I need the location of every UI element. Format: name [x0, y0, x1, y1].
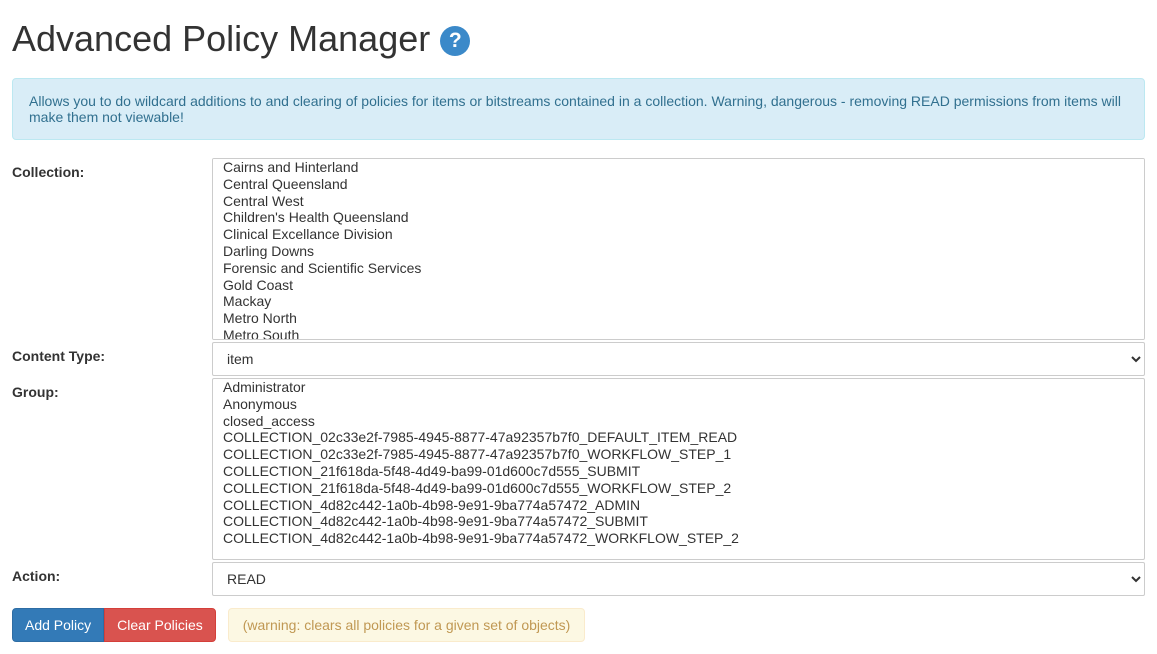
help-icon[interactable]: ? [440, 26, 470, 56]
group-select[interactable]: AdministratorAnonymousclosed_accessCOLLE… [212, 378, 1145, 560]
select-option[interactable]: Anonymous [213, 396, 1144, 413]
info-alert-text: Allows you to do wildcard additions to a… [29, 93, 1121, 125]
select-option[interactable]: COLLECTION_02c33e2f-7985-4945-8877-47a92… [213, 429, 1144, 446]
page-title-text: Advanced Policy Manager [12, 18, 430, 59]
add-policy-button[interactable]: Add Policy [12, 608, 104, 642]
group-row: Group: AdministratorAnonymousclosed_acce… [12, 378, 1145, 560]
content-type-row: Content Type: item [12, 342, 1145, 376]
select-option[interactable]: COLLECTION_21f618da-5f48-4d49-ba99-01d60… [213, 463, 1144, 480]
select-option[interactable]: Metro South [213, 327, 1144, 340]
select-option[interactable]: Metro North [213, 310, 1144, 327]
select-option[interactable]: COLLECTION_4d82c442-1a0b-4b98-9e91-9ba77… [213, 497, 1144, 514]
buttons-row: Add Policy Clear Policies (warning: clea… [12, 608, 1145, 642]
clear-policies-button[interactable]: Clear Policies [104, 608, 216, 642]
select-option[interactable]: Children's Health Queensland [213, 209, 1144, 226]
select-option[interactable]: Central West [213, 193, 1144, 210]
select-option[interactable]: Darling Downs [213, 243, 1144, 260]
action-row: Action: READ [12, 562, 1145, 596]
select-option[interactable]: Administrator [213, 379, 1144, 396]
select-option[interactable]: COLLECTION_4d82c442-1a0b-4b98-9e91-9ba77… [213, 513, 1144, 530]
content-type-select[interactable]: item [212, 342, 1145, 376]
select-option[interactable]: COLLECTION_4d82c442-1a0b-4b98-9e91-9ba77… [213, 530, 1144, 547]
collection-label: Collection: [12, 158, 212, 180]
action-label: Action: [12, 562, 212, 584]
page-title: Advanced Policy Manager ? [12, 18, 1145, 60]
select-option[interactable]: closed_access [213, 413, 1144, 430]
info-alert: Allows you to do wildcard additions to a… [12, 78, 1145, 140]
select-option[interactable]: COLLECTION_02c33e2f-7985-4945-8877-47a92… [213, 446, 1144, 463]
collection-row: Collection: Cairns and HinterlandCentral… [12, 158, 1145, 340]
select-option[interactable]: Mackay [213, 293, 1144, 310]
content-type-label: Content Type: [12, 342, 212, 364]
select-option[interactable]: COLLECTION_21f618da-5f48-4d49-ba99-01d60… [213, 480, 1144, 497]
select-option[interactable]: Central Queensland [213, 176, 1144, 193]
select-option[interactable]: Clinical Excellance Division [213, 226, 1144, 243]
clear-warning: (warning: clears all policies for a give… [228, 608, 586, 642]
select-option[interactable]: Cairns and Hinterland [213, 159, 1144, 176]
group-label: Group: [12, 378, 212, 400]
collection-select[interactable]: Cairns and HinterlandCentral QueenslandC… [212, 158, 1145, 340]
select-option[interactable]: Forensic and Scientific Services [213, 260, 1144, 277]
select-option[interactable]: Gold Coast [213, 277, 1144, 294]
action-select[interactable]: READ [212, 562, 1145, 596]
